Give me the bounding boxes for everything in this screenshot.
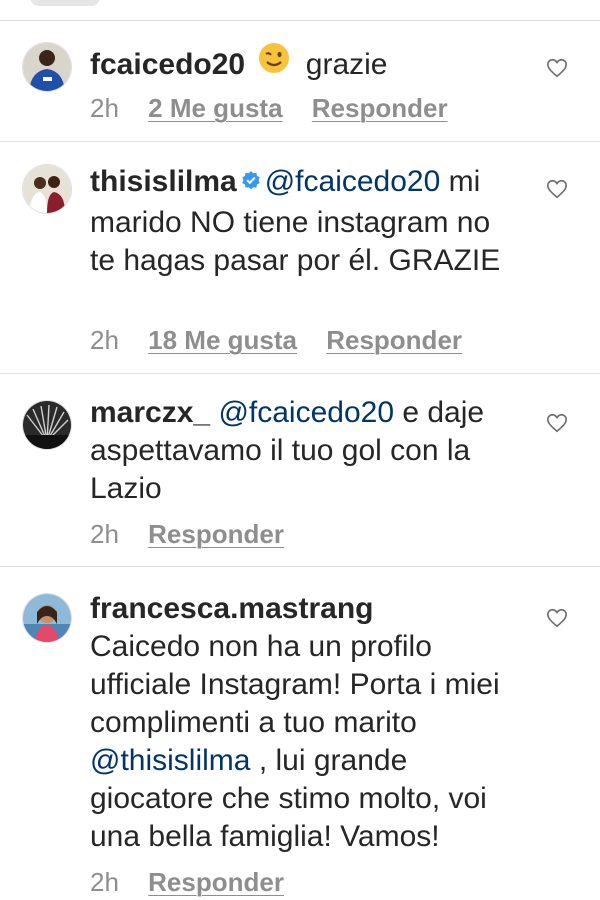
reply-link[interactable]: Responder: [312, 93, 448, 123]
heart-icon[interactable]: [546, 607, 568, 629]
comment-meta: 2h Responder: [90, 519, 306, 550]
comment-marczx: marczx_ @fcaicedo20 e daje aspettavamo i…: [0, 374, 600, 564]
comment-time: 2h: [90, 93, 119, 123]
comment-thisislilma: thisislilma @fcaicedo20 mi marido NO tien…: [0, 142, 600, 372]
likes-link[interactable]: 18 Me gusta: [148, 325, 297, 355]
comment-meta: 2h 18 Me gusta Responder: [90, 325, 484, 356]
top-bar: [0, 0, 600, 21]
comment-meta: 2h Responder: [90, 867, 306, 898]
comment-body-part1: Caicedo non ha un profilo ufficiale Inst…: [90, 630, 500, 739]
avatar[interactable]: [22, 42, 72, 92]
comment-fcaicedo20: fcaicedo20 grazie 2h 2 Me gusta Responde…: [0, 20, 600, 140]
comment-username[interactable]: francesca.mastrang: [90, 590, 530, 628]
mention-link[interactable]: @thisislilma: [90, 744, 250, 777]
likes-link[interactable]: 2 Me gusta: [148, 93, 282, 123]
comment-text: francesca.mastrang Caicedo non ha un pro…: [90, 590, 530, 856]
comment-username[interactable]: thisislilma: [90, 165, 237, 198]
top-tab-remnant: [30, 0, 100, 6]
comment-time: 2h: [90, 867, 119, 897]
comment-time: 2h: [90, 325, 119, 355]
reply-link[interactable]: Responder: [148, 519, 284, 549]
heart-icon[interactable]: [546, 178, 568, 200]
comment-text: thisislilma @fcaicedo20 mi marido NO tien…: [90, 162, 520, 280]
reply-link[interactable]: Responder: [326, 325, 462, 355]
avatar[interactable]: [22, 593, 72, 643]
comment-text: marczx_ @fcaicedo20 e daje aspettavamo i…: [90, 394, 530, 508]
comment-time: 2h: [90, 519, 119, 549]
comment-username[interactable]: fcaicedo20: [90, 48, 245, 81]
comment-text: fcaicedo20 grazie: [90, 41, 530, 91]
verified-badge-icon: [241, 162, 261, 200]
reply-link[interactable]: Responder: [148, 867, 284, 897]
heart-icon[interactable]: [546, 412, 568, 434]
winking-face-icon: [257, 41, 291, 85]
mention-link[interactable]: @fcaicedo20: [218, 396, 394, 429]
comment-body: grazie: [305, 47, 388, 81]
comment-meta: 2h 2 Me gusta Responder: [90, 93, 470, 124]
comment-francesca: francesca.mastrang Caicedo non ha un pro…: [0, 567, 600, 900]
mention-link[interactable]: @fcaicedo20: [265, 165, 441, 198]
avatar[interactable]: [22, 164, 72, 214]
avatar[interactable]: [22, 400, 72, 450]
comment-username[interactable]: marczx_: [90, 396, 210, 429]
heart-icon[interactable]: [546, 57, 568, 79]
